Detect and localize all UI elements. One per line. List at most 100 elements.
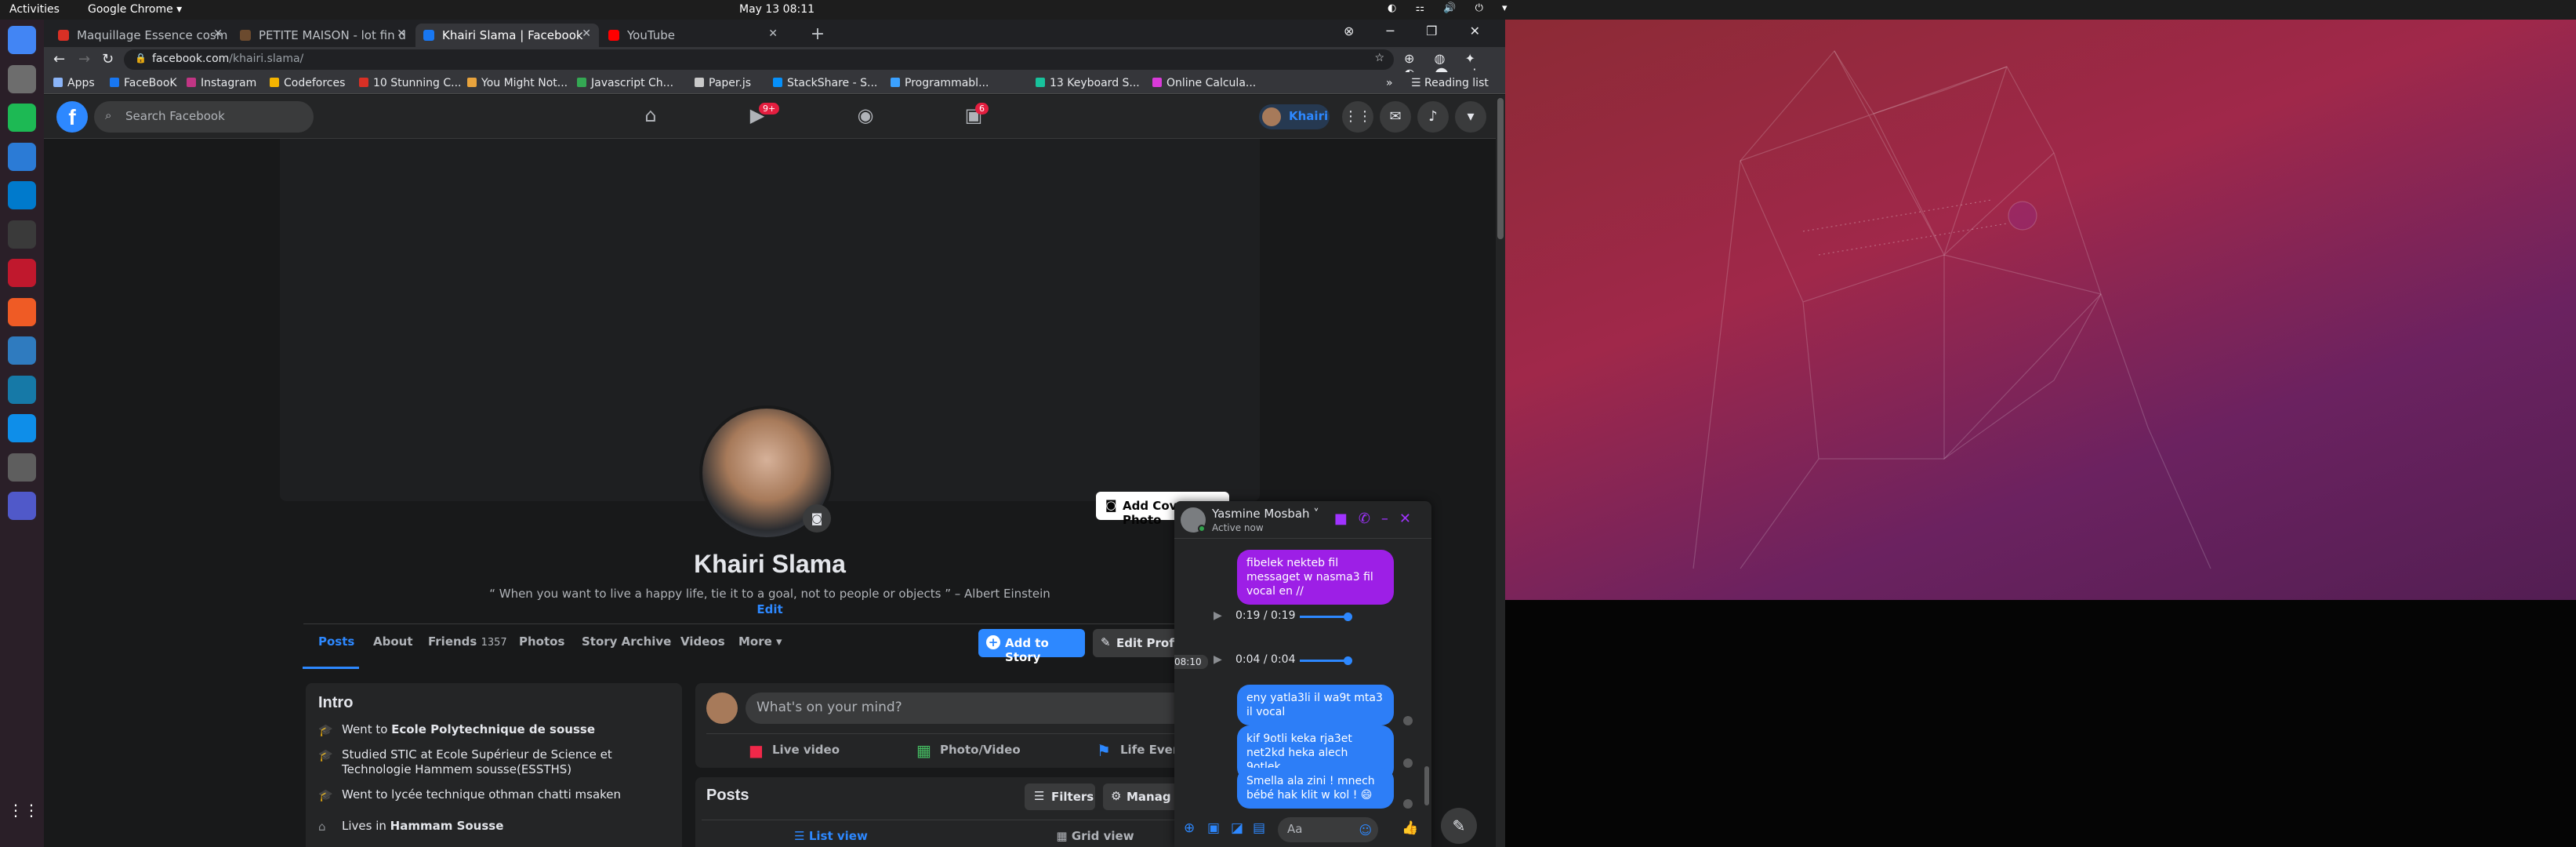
bookmark-item[interactable]: Programmabl... [891, 77, 989, 89]
settings-icon[interactable] [8, 453, 36, 482]
tab-about[interactable]: About [373, 634, 413, 649]
whats-on-your-mind-input[interactable]: What's on your mind? [746, 693, 1224, 724]
files-icon[interactable] [8, 64, 36, 93]
chat-message[interactable]: fibelek nekteb fil messaget w nasma3 fil… [1237, 550, 1394, 605]
postman-icon[interactable] [8, 297, 36, 326]
calculator-icon[interactable] [8, 336, 36, 365]
bookmark-item[interactable]: FaceBooK [110, 77, 177, 89]
voice-progress[interactable] [1300, 660, 1347, 662]
message-input[interactable]: Aa ☺ [1278, 817, 1378, 842]
bookmark-star-icon[interactable]: ☆ [1374, 52, 1384, 64]
reading-list-button[interactable]: ☰ Reading list [1411, 77, 1489, 89]
chrome-icon[interactable] [8, 26, 36, 54]
bookmark-item[interactable]: Apps [53, 77, 95, 89]
menu-grid-icon[interactable]: ⋮⋮ [1342, 101, 1373, 133]
sticker-icon[interactable]: ◪ [1231, 820, 1243, 836]
bookmark-item[interactable]: 10 Stunning C... [359, 77, 462, 89]
app-grid-icon[interactable]: ⋮⋮⋮ [8, 796, 55, 824]
life-event-button[interactable]: ⚑ Life Event [1097, 741, 1187, 760]
clock[interactable]: May 13 08:11 [739, 3, 815, 16]
new-tab-button[interactable]: + [807, 25, 828, 45]
activities-button[interactable]: Activities [9, 3, 60, 16]
bookmark-item[interactable]: StackShare - S... [773, 77, 877, 89]
facebook-logo[interactable]: f [56, 101, 88, 133]
bookmark-item[interactable]: 13 Keyboard S... [1036, 77, 1140, 89]
tab-photos[interactable]: Photos [519, 634, 564, 649]
voice-progress-knob[interactable] [1344, 656, 1352, 665]
photo-video-button[interactable]: ▦ Photo/Video [916, 741, 1021, 760]
voice-progress-knob[interactable] [1344, 613, 1352, 621]
voice-message[interactable]: ▶ 0:19 / 0:19 [1206, 605, 1378, 628]
bookmark-item[interactable]: Instagram [187, 77, 256, 89]
cherry-app-icon[interactable] [8, 259, 36, 287]
home-nav-icon[interactable]: ⌂ [637, 104, 665, 129]
new-message-button[interactable]: ✎ [1441, 808, 1477, 844]
manage-posts-button[interactable]: ⚙ Manag [1103, 783, 1181, 810]
close-icon[interactable]: ✕ [582, 27, 591, 40]
close-icon[interactable]: ✕ [397, 27, 406, 40]
close-icon[interactable]: ✕ [213, 27, 223, 40]
bookmark-item[interactable]: Codeforces [270, 77, 345, 89]
lock-icon[interactable]: 🔒 [135, 53, 147, 64]
page-scrollbar[interactable] [1496, 95, 1505, 847]
camera-icon[interactable]: ◙ [803, 504, 831, 533]
tab-youtube[interactable]: YouTube ✕ [600, 24, 785, 47]
filters-button[interactable]: ☰ Filters [1025, 783, 1095, 810]
voice-message[interactable]: ▶ 0:04 / 0:04 [1206, 649, 1378, 672]
tab-petite-maison[interactable]: PETITE MAISON - lot fin d ✕ [232, 24, 414, 47]
tab-facebook[interactable]: Khairi Slama | Facebook ✕ [415, 24, 599, 47]
gif-icon[interactable]: ▤ [1253, 820, 1265, 836]
document-viewer-icon[interactable] [8, 142, 36, 171]
chat-message[interactable]: eny yatla3li il wa9t mta3 il vocal [1237, 685, 1394, 725]
play-icon[interactable]: ▶ [1214, 653, 1222, 666]
vscode-icon[interactable] [8, 181, 36, 209]
tab-videos[interactable]: Videos [680, 634, 725, 649]
image-icon[interactable]: ▣ [1207, 820, 1220, 836]
chat-contact-name[interactable]: Yasmine Mosbah ˅ [1212, 507, 1319, 521]
edit-profile-button[interactable]: ✎ Edit Profil [1093, 629, 1187, 657]
tab-maquillage[interactable]: Maquillage Essence cosm ✕ [50, 24, 230, 47]
emoji-icon[interactable]: ☺ [1359, 823, 1372, 838]
spotify-icon[interactable] [8, 104, 36, 132]
bookmark-item[interactable]: You Might Not... [467, 77, 568, 89]
watch-nav-icon[interactable]: ▶ 9+ [743, 103, 780, 129]
plus-circle-icon[interactable]: ⊕ [1184, 820, 1195, 836]
system-tray-icons[interactable]: ◐ ⚏ 🔊 ⏻ ▾ [1388, 2, 1515, 14]
tab-friends[interactable]: Friends 1357 [428, 634, 507, 649]
messenger-icon[interactable]: ✉ [1380, 101, 1411, 133]
chat-controls[interactable]: ■✆–✕ [1334, 511, 1422, 527]
voice-progress[interactable] [1300, 616, 1347, 618]
app-menu[interactable]: Google Chrome ▾ [88, 3, 182, 16]
like-icon[interactable]: 👍 [1402, 820, 1418, 836]
wireshark-icon[interactable] [8, 375, 36, 404]
tab-posts[interactable]: Posts [318, 634, 354, 649]
chat-scrollbar[interactable] [1422, 539, 1431, 809]
terminal-icon[interactable] [8, 220, 36, 249]
window-controls[interactable]: ⊗ ─ ❐ ✕ [1344, 24, 1494, 38]
forward-button[interactable]: → [78, 51, 90, 67]
groups-nav-icon[interactable]: ◉ [851, 104, 880, 129]
bookmark-item[interactable]: Online Calcula... [1152, 77, 1256, 89]
profile-chip[interactable]: Khairi [1259, 104, 1330, 129]
reload-button[interactable]: ↻ [102, 51, 114, 67]
teamviewer-icon[interactable] [8, 414, 36, 442]
notifications-bell-icon[interactable]: ♪ [1417, 101, 1449, 133]
back-button[interactable]: ← [53, 51, 65, 67]
gaming-nav-icon[interactable]: ▣ 6 [960, 103, 989, 129]
close-icon[interactable]: ✕ [768, 27, 778, 40]
play-icon[interactable]: ▶ [1214, 609, 1222, 622]
search-input[interactable]: ⌕ Search Facebook [94, 101, 314, 133]
add-to-story-button[interactable]: + Add to Story [978, 629, 1085, 664]
bookmark-item[interactable]: Javascript Ch... [577, 77, 673, 89]
more-bookmarks-button[interactable]: » [1386, 77, 1393, 89]
tab-more[interactable]: More ▾ [738, 634, 782, 649]
account-chevron-down-icon[interactable]: ▾ [1455, 101, 1486, 133]
bookmark-item[interactable]: Paper.js [695, 77, 751, 89]
chat-header[interactable]: Yasmine Mosbah ˅ Active now ■✆–✕ [1174, 501, 1431, 539]
teams-icon[interactable] [8, 492, 36, 520]
live-video-button[interactable]: ■ Live video [749, 741, 840, 760]
tab-story-archive[interactable]: Story Archive [582, 634, 671, 649]
list-view-tab[interactable]: ☰ List view [702, 823, 960, 847]
chat-message[interactable]: Smella ala zini ! mnech bébé hak klit w … [1237, 768, 1394, 809]
address-bar[interactable]: 🔒 facebook.com/khairi.slama/ ☆ [124, 49, 1394, 70]
